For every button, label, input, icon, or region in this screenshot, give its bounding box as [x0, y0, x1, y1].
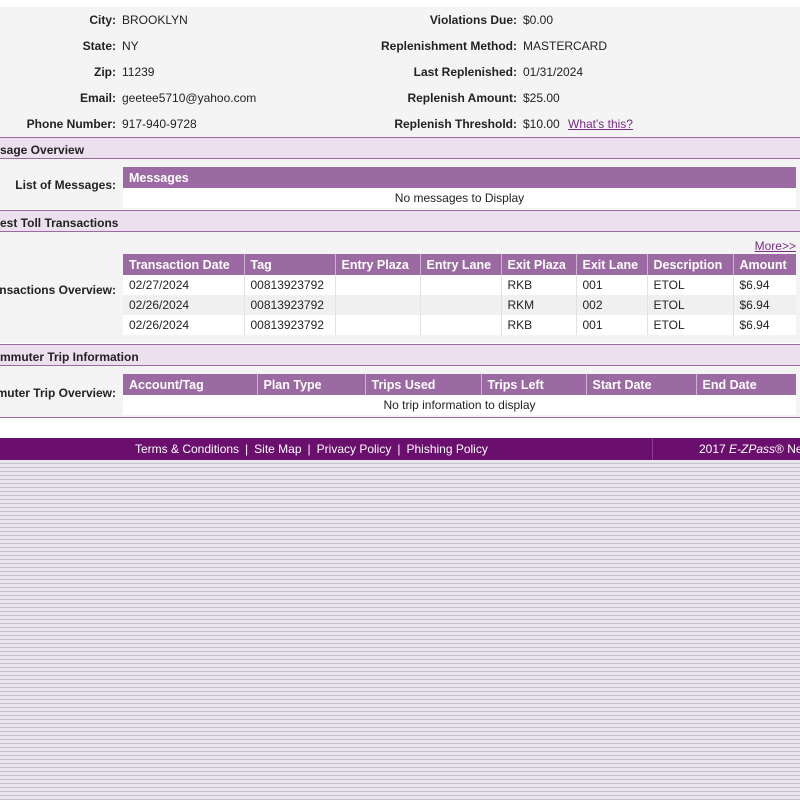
whats-this-link[interactable]: What's this? [568, 117, 633, 131]
replenish-amount-label: Replenish Amount: [407, 91, 517, 105]
site-map-link[interactable]: Site Map [254, 442, 301, 456]
col-trips-used: Trips Used [365, 374, 482, 395]
no-messages-text: No messages to Display [123, 188, 796, 208]
description: ETOL [647, 315, 734, 335]
messages-table: Messages No messages to Display [123, 167, 796, 208]
message-overview-header: sage Overview [0, 137, 800, 159]
description: ETOL [647, 295, 734, 315]
more-link[interactable]: More>> [755, 239, 796, 253]
description: ETOL [647, 275, 734, 295]
violations-due-value: $0.00 [523, 13, 554, 27]
state-label: State: [82, 39, 116, 53]
table-row: 02/26/2024 00813923792 RKM 002 ETOL $6.9… [123, 295, 796, 315]
footer-links: Terms & Conditions | Site Map | Privacy Poli… [135, 442, 488, 456]
col-transaction-date: Transaction Date [123, 254, 245, 275]
replenishment-method-label: Replenishment Method: [380, 39, 517, 53]
col-trips-left: Trips Left [481, 374, 587, 395]
city-value: BROOKLYN [122, 13, 188, 27]
info-row-city: City: BROOKLYN Violations Due: $0.00 [0, 7, 800, 34]
toll-transactions-title: est Toll Transactions [0, 216, 119, 230]
tag: 00813923792 [244, 315, 336, 335]
exit-lane: 001 [576, 315, 648, 335]
replenish-amount-value: $25.00 [523, 91, 560, 105]
transactions-header-row: Transaction Date Tag Entry Plaza Entry L… [123, 254, 796, 275]
phishing-policy-link[interactable]: Phishing Policy [406, 442, 487, 456]
exit-plaza: RKB [501, 315, 577, 335]
replenishment-method-value: MASTERCARD [523, 39, 608, 53]
amount: $6.94 [733, 315, 796, 335]
transaction-date: 02/26/2024 [123, 315, 245, 335]
toll-transactions-header: est Toll Transactions [0, 210, 800, 232]
entry-lane [420, 295, 502, 315]
tag: 00813923792 [244, 275, 336, 295]
transactions-table: Transaction Date Tag Entry Plaza Entry L… [123, 254, 796, 335]
info-row-zip: Zip: 11239 Last Replenished: 01/31/2024 [0, 59, 800, 86]
exit-plaza: RKM [501, 295, 577, 315]
info-row-phone: Phone Number: 917-940-9728 Replenish Thr… [0, 111, 800, 138]
col-entry-lane: Entry Lane [420, 254, 502, 275]
message-overview-body: List of Messages: Messages No messages t… [0, 159, 800, 209]
city-label: City: [89, 13, 116, 27]
col-plan-type: Plan Type [257, 374, 366, 395]
col-exit-lane: Exit Lane [576, 254, 648, 275]
col-start-date: Start Date [586, 374, 697, 395]
footer: Terms & Conditions | Site Map | Privacy Poli… [0, 438, 800, 460]
table-row: 02/26/2024 00813923792 RKB 001 ETOL $6.9… [123, 315, 796, 335]
exit-lane: 001 [576, 275, 648, 295]
transaction-date: 02/27/2024 [123, 275, 245, 295]
copyright-text: 2017 E-ZPass® New [699, 442, 800, 456]
commuter-header-row: Account/Tag Plan Type Trips Used Trips L… [123, 374, 796, 395]
info-row-email: Email: geetee5710@yahoo.com Replenish Am… [0, 85, 800, 112]
phone-label: Phone Number: [26, 117, 116, 131]
zip-label: Zip: [94, 65, 116, 79]
replenish-threshold-value: $10.00 [523, 117, 560, 131]
amount: $6.94 [733, 295, 796, 315]
ezpass-brand: E-ZPass [729, 442, 776, 456]
commuter-trip-header: mmuter Trip Information [0, 344, 800, 366]
violations-due-label: Violations Due: [429, 13, 517, 27]
replenish-threshold-label: Replenish Threshold: [394, 117, 517, 131]
transactions-overview-label: ransactions Overview: [0, 283, 116, 297]
commuter-trip-table: Account/Tag Plan Type Trips Used Trips L… [123, 374, 796, 415]
info-row-state: State: NY Replenishment Method: MASTERCA… [0, 33, 800, 60]
commuter-trip-title: mmuter Trip Information [0, 350, 139, 364]
entry-plaza [335, 295, 421, 315]
zip-value: 11239 [122, 65, 155, 79]
phone-value: 917-940-9728 [122, 117, 197, 131]
message-overview-title: sage Overview [0, 143, 85, 157]
col-exit-plaza: Exit Plaza [501, 254, 577, 275]
email-value: geetee5710@yahoo.com [122, 91, 257, 105]
transaction-date: 02/26/2024 [123, 295, 245, 315]
exit-plaza: RKB [501, 275, 577, 295]
entry-plaza [335, 275, 421, 295]
footer-divider [652, 438, 653, 460]
commuter-trip-body: mmuter Trip Overview: Account/Tag Plan T… [0, 366, 800, 418]
privacy-policy-link[interactable]: Privacy Policy [317, 442, 392, 456]
col-entry-plaza: Entry Plaza [335, 254, 421, 275]
entry-lane [420, 275, 502, 295]
col-description: Description [647, 254, 734, 275]
col-account-tag: Account/Tag [123, 374, 258, 395]
toll-transactions-body: More>> ransactions Overview: Transaction… [0, 232, 800, 343]
email-label: Email: [79, 91, 116, 105]
no-trip-info-text: No trip information to display [123, 395, 796, 415]
account-page: City: BROOKLYN Violations Due: $0.00 Sta… [0, 0, 800, 438]
last-replenished-value: 01/31/2024 [523, 65, 584, 79]
list-of-messages-label: List of Messages: [15, 178, 116, 192]
tag: 00813923792 [244, 295, 336, 315]
amount: $6.94 [733, 275, 796, 295]
messages-column-header: Messages [123, 167, 796, 188]
terms-link[interactable]: Terms & Conditions [135, 442, 239, 456]
last-replenished-label: Last Replenished: [413, 65, 517, 79]
col-end-date: End Date [696, 374, 796, 395]
entry-plaza [335, 315, 421, 335]
col-tag: Tag [244, 254, 336, 275]
state-value: NY [122, 39, 139, 53]
exit-lane: 002 [576, 295, 648, 315]
commuter-trip-overview-label: mmuter Trip Overview: [0, 386, 116, 400]
entry-lane [420, 315, 502, 335]
col-amount: Amount [733, 254, 796, 275]
table-row: 02/27/2024 00813923792 RKB 001 ETOL $6.9… [123, 275, 796, 295]
